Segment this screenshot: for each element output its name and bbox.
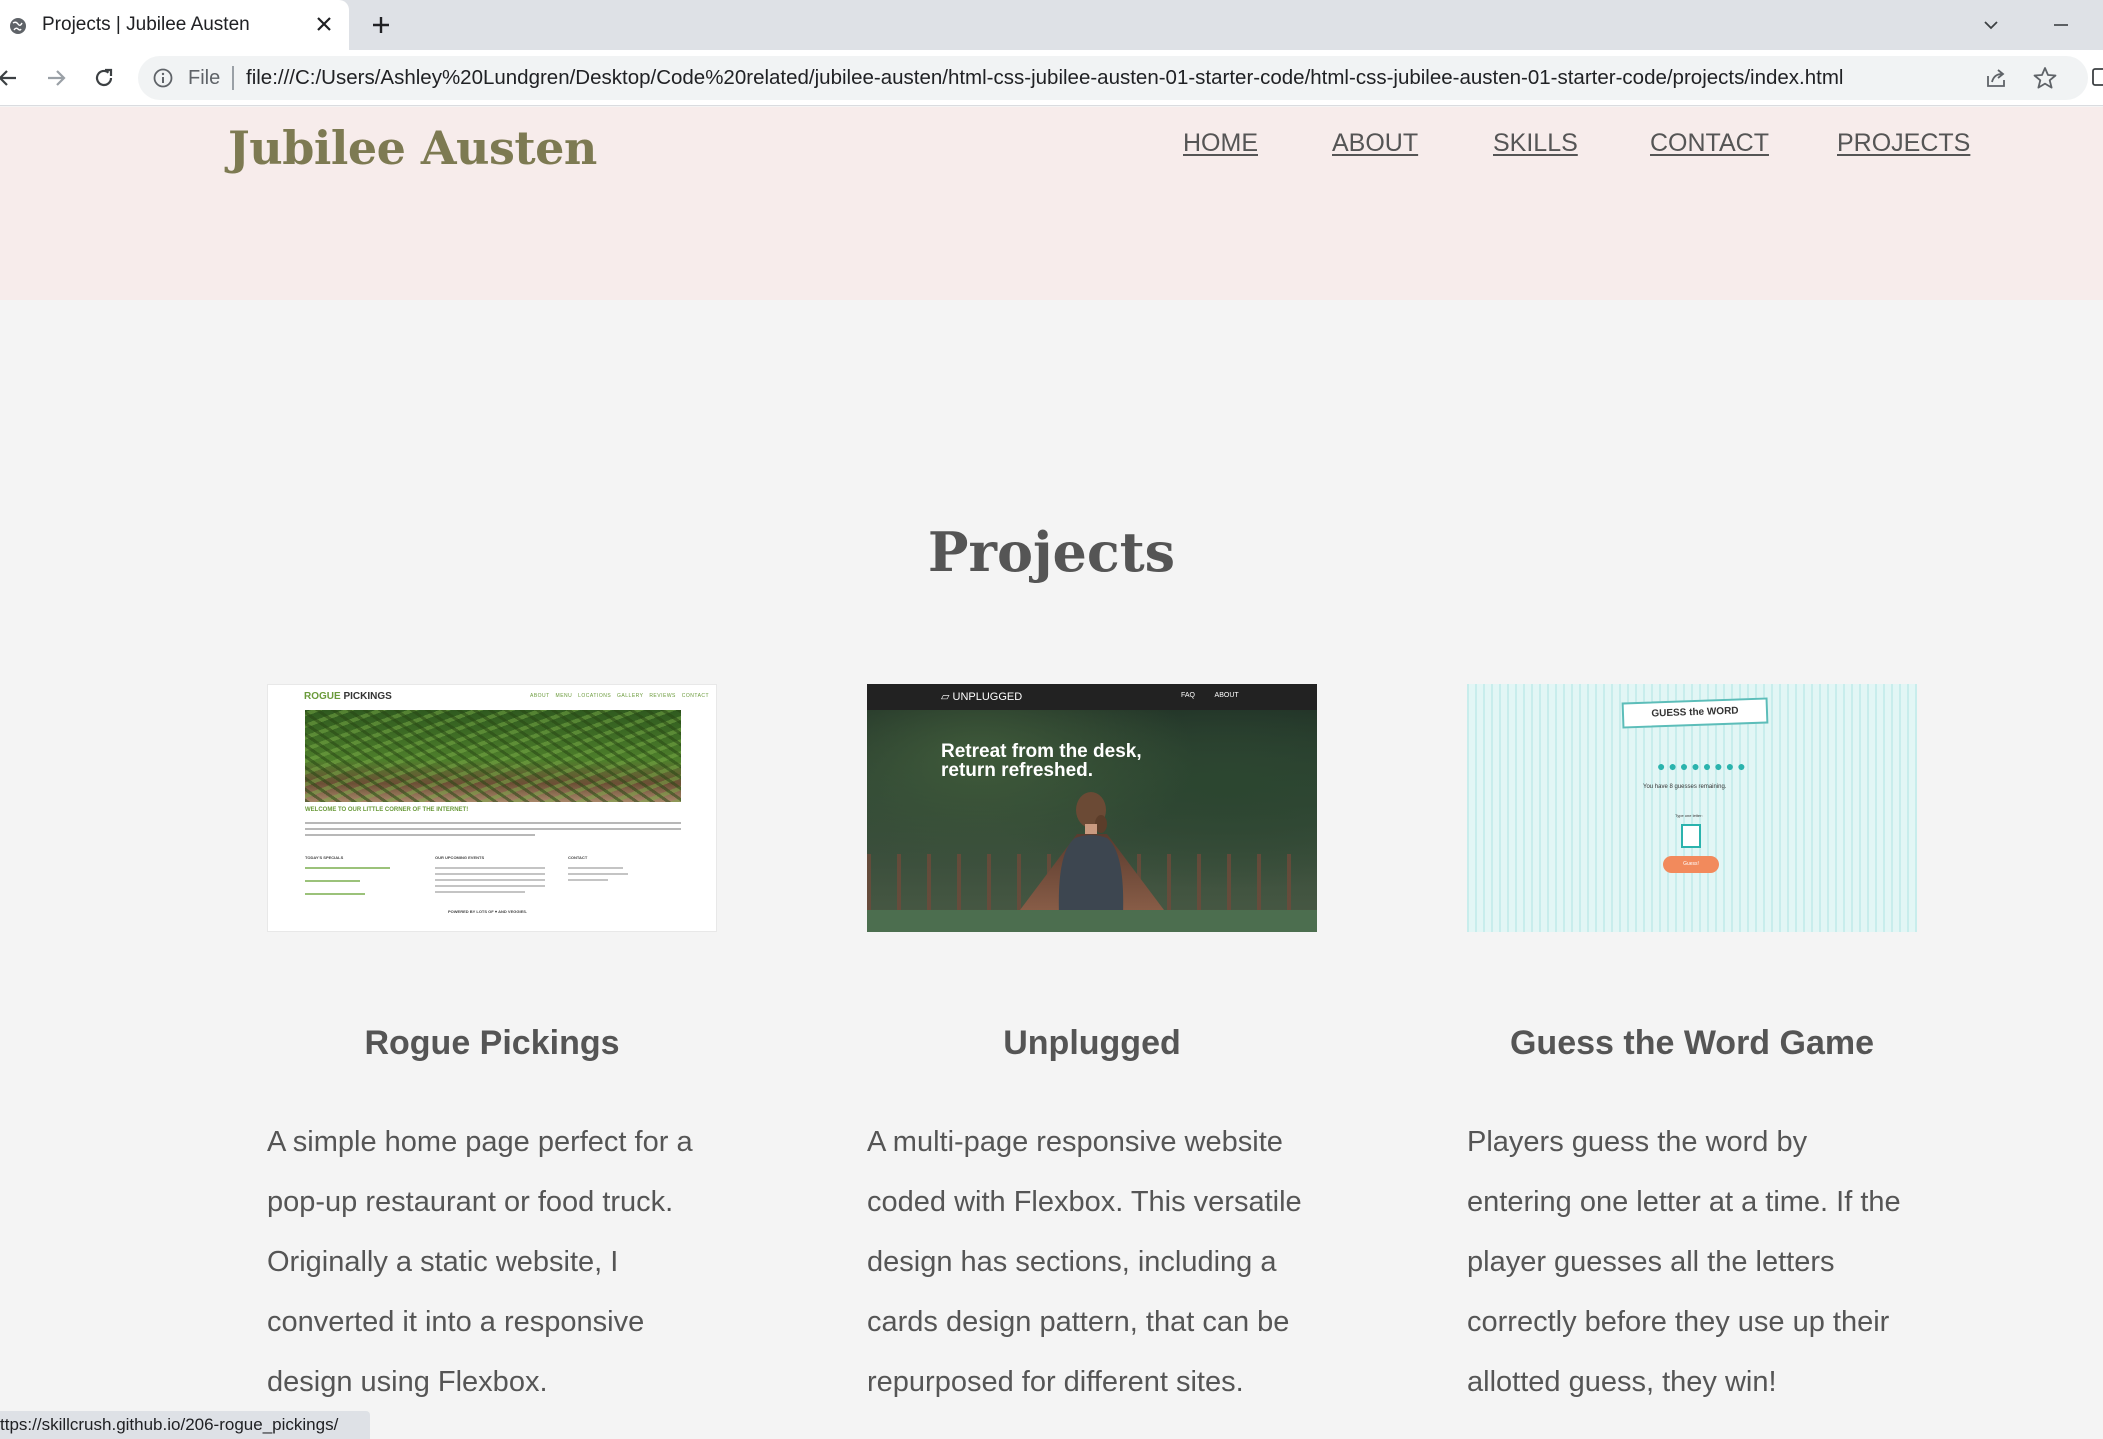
back-arrow-icon[interactable] <box>0 64 22 92</box>
thumb-headline: Retreat from the desk, return refreshed. <box>941 741 1142 781</box>
nav-link-home[interactable]: HOME <box>1183 129 1258 158</box>
thumb-welcome: WELCOME TO OUR LITTLE CORNER OF THE INTE… <box>305 807 469 813</box>
thumb-logo: ▱ UNPLUGGED <box>941 691 1023 703</box>
thumb-logo: ROGUE PICKINGS <box>304 691 392 702</box>
tab-strip: Projects | Jubilee Austen <box>0 0 2103 50</box>
address-bar[interactable]: File file:///C:/Users/Ashley%20Lundgren/… <box>138 56 2088 100</box>
thumb-remaining: You have 8 guesses remaining. <box>1643 784 1727 790</box>
chevron-down-icon[interactable] <box>1980 14 2002 36</box>
forward-arrow-icon[interactable] <box>42 64 70 92</box>
project-title: Unplugged <box>1003 1024 1181 1062</box>
project-thumbnail-link[interactable]: GUESS the WORD ●●●●●●●● You have 8 guess… <box>1467 684 1917 932</box>
browser-tab[interactable]: Projects | Jubilee Austen <box>0 0 349 50</box>
thumb-word-dots: ●●●●●●●● <box>1657 758 1749 774</box>
close-icon[interactable] <box>312 12 336 36</box>
side-panel-icon[interactable] <box>2090 66 2103 88</box>
project-description: A multi-page responsive website coded wi… <box>867 1126 1302 1398</box>
reload-icon[interactable] <box>90 64 118 92</box>
thumb-guess-button: Guess! <box>1663 856 1719 873</box>
share-icon[interactable] <box>1984 66 2008 90</box>
site-header: Jubilee Austen HOME ABOUT SKILLS CONTACT… <box>0 107 2103 300</box>
bookmark-star-icon[interactable] <box>2032 65 2058 91</box>
project-thumbnail-link[interactable]: ROGUE PICKINGS ABOUT MENU LOCATIONS GALL… <box>267 684 717 932</box>
project-title: Guess the Word Game <box>1509 1024 1875 1062</box>
thumb-hero-image <box>305 710 681 802</box>
project-thumbnail-link[interactable]: ▱ UNPLUGGED FAQ ABOUT Retreat from the d… <box>867 684 1317 932</box>
nav-link-skills[interactable]: SKILLS <box>1493 129 1578 158</box>
file-scheme-label: File <box>188 67 221 89</box>
nav-link-about[interactable]: ABOUT <box>1332 129 1418 158</box>
nav-link-contact[interactable]: CONTACT <box>1650 129 1769 158</box>
project-description: A simple home page perfect for a pop-up … <box>267 1126 693 1398</box>
browser-toolbar: File file:///C:/Users/Ashley%20Lundgren/… <box>0 50 2103 106</box>
status-bar-url: ttps://skillcrush.github.io/206-rogue_pi… <box>0 1411 370 1439</box>
globe-icon <box>10 18 26 34</box>
minimize-icon[interactable] <box>2050 14 2072 36</box>
new-tab-icon[interactable] <box>368 12 394 38</box>
thumb-title: GUESS the WORD <box>1621 697 1769 729</box>
project-description: Players guess the word by entering one l… <box>1467 1126 1901 1398</box>
project-title: Rogue Pickings <box>364 1024 620 1062</box>
thumb-type-label: Type one letter: <box>1675 813 1703 818</box>
nav-link-projects[interactable]: PROJECTS <box>1837 129 1970 158</box>
page-viewport: Jubilee Austen HOME ABOUT SKILLS CONTACT… <box>0 107 2103 1439</box>
thumb-letter-box <box>1681 824 1701 848</box>
thumb-nav: ABOUT MENU LOCATIONS GALLERY REVIEWS CON… <box>530 693 710 699</box>
url-text[interactable]: file:///C:/Users/Ashley%20Lundgren/Deskt… <box>246 66 1843 90</box>
page-title: Projects <box>927 520 1176 584</box>
thumb-person-image <box>1058 792 1124 914</box>
site-logo-link[interactable]: Jubilee Austen <box>228 121 597 175</box>
tab-title: Projects | Jubilee Austen <box>42 14 250 35</box>
thumb-nav: FAQ ABOUT <box>1181 692 1239 699</box>
info-icon[interactable] <box>152 67 174 89</box>
divider <box>232 66 234 90</box>
